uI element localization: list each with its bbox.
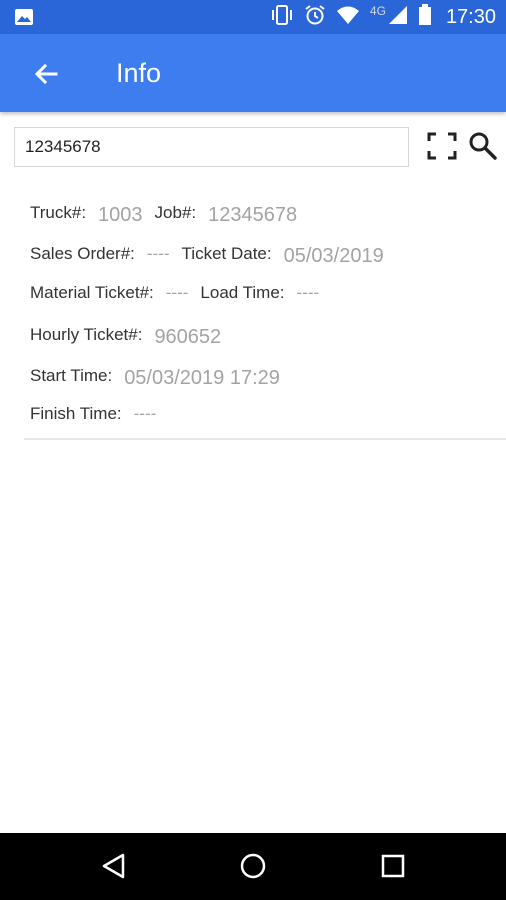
sales-order-value: ---- (146, 244, 170, 263)
search-icon (469, 132, 497, 160)
back-triangle-icon (102, 853, 125, 879)
nav-back-button[interactable] (99, 851, 129, 881)
load-time-value: ---- (296, 283, 320, 302)
info-row-sales-order-ticket-date: Sales Order#: ---- Ticket Date: 05/03/2019 (30, 242, 396, 267)
info-row-material-ticket-load-time: Material Ticket#: ---- Load Time: ---- (30, 283, 331, 303)
home-circle-icon (240, 853, 266, 879)
sales-order-label: Sales Order#: (30, 244, 135, 263)
info-row-hourly-ticket: Hourly Ticket#: 960652 (30, 323, 233, 348)
material-ticket-label: Material Ticket#: (30, 283, 154, 302)
truck-value: 1003 (98, 204, 143, 226)
back-button[interactable] (30, 58, 62, 90)
ticket-date-label: Ticket Date: (181, 244, 272, 263)
ticket-search-input[interactable] (14, 127, 409, 167)
vibrate-icon (270, 4, 294, 31)
job-value: 12345678 (208, 204, 298, 226)
info-row-truck-job: Truck#: 1003 Job#: 12345678 (30, 201, 309, 226)
network-type-label: 4G (369, 4, 386, 18)
info-row-finish-time: Finish Time: ---- (30, 404, 168, 424)
load-time-label: Load Time: (200, 283, 285, 302)
status-time: 17:30 (445, 5, 496, 28)
app-bar: Info (0, 34, 506, 112)
nav-recents-button[interactable] (378, 851, 408, 881)
status-bar: 4G 17:30 (0, 0, 506, 34)
finish-time-value: ---- (133, 404, 157, 423)
section-divider (24, 438, 506, 440)
status-icons: 4G 17:30 (270, 0, 496, 34)
system-nav-bar (0, 833, 506, 900)
start-time-label: Start Time: (30, 366, 113, 385)
image-notification-icon (14, 8, 34, 31)
job-label: Job#: (154, 203, 197, 222)
recents-square-icon (381, 854, 405, 878)
alarm-icon (304, 4, 326, 31)
hourly-ticket-value: 960652 (154, 326, 222, 348)
search-button[interactable] (468, 131, 498, 161)
hourly-ticket-label: Hourly Ticket#: (30, 325, 143, 344)
ticket-date-value: 05/03/2019 (283, 245, 384, 267)
start-time-value: 05/03/2019 17:29 (124, 367, 280, 389)
truck-label: Truck#: (30, 203, 87, 222)
scan-frame-icon (427, 132, 457, 160)
battery-icon (418, 3, 432, 31)
scan-button[interactable] (427, 132, 457, 160)
arrow-left-icon (34, 63, 58, 85)
wifi-icon (336, 5, 360, 30)
page-title: Info (116, 58, 162, 88)
finish-time-label: Finish Time: (30, 404, 122, 423)
signal-icon (388, 5, 408, 30)
nav-home-button[interactable] (238, 851, 268, 881)
info-row-start-time: Start Time: 05/03/2019 17:29 (30, 364, 292, 389)
material-ticket-value: ---- (165, 283, 189, 302)
